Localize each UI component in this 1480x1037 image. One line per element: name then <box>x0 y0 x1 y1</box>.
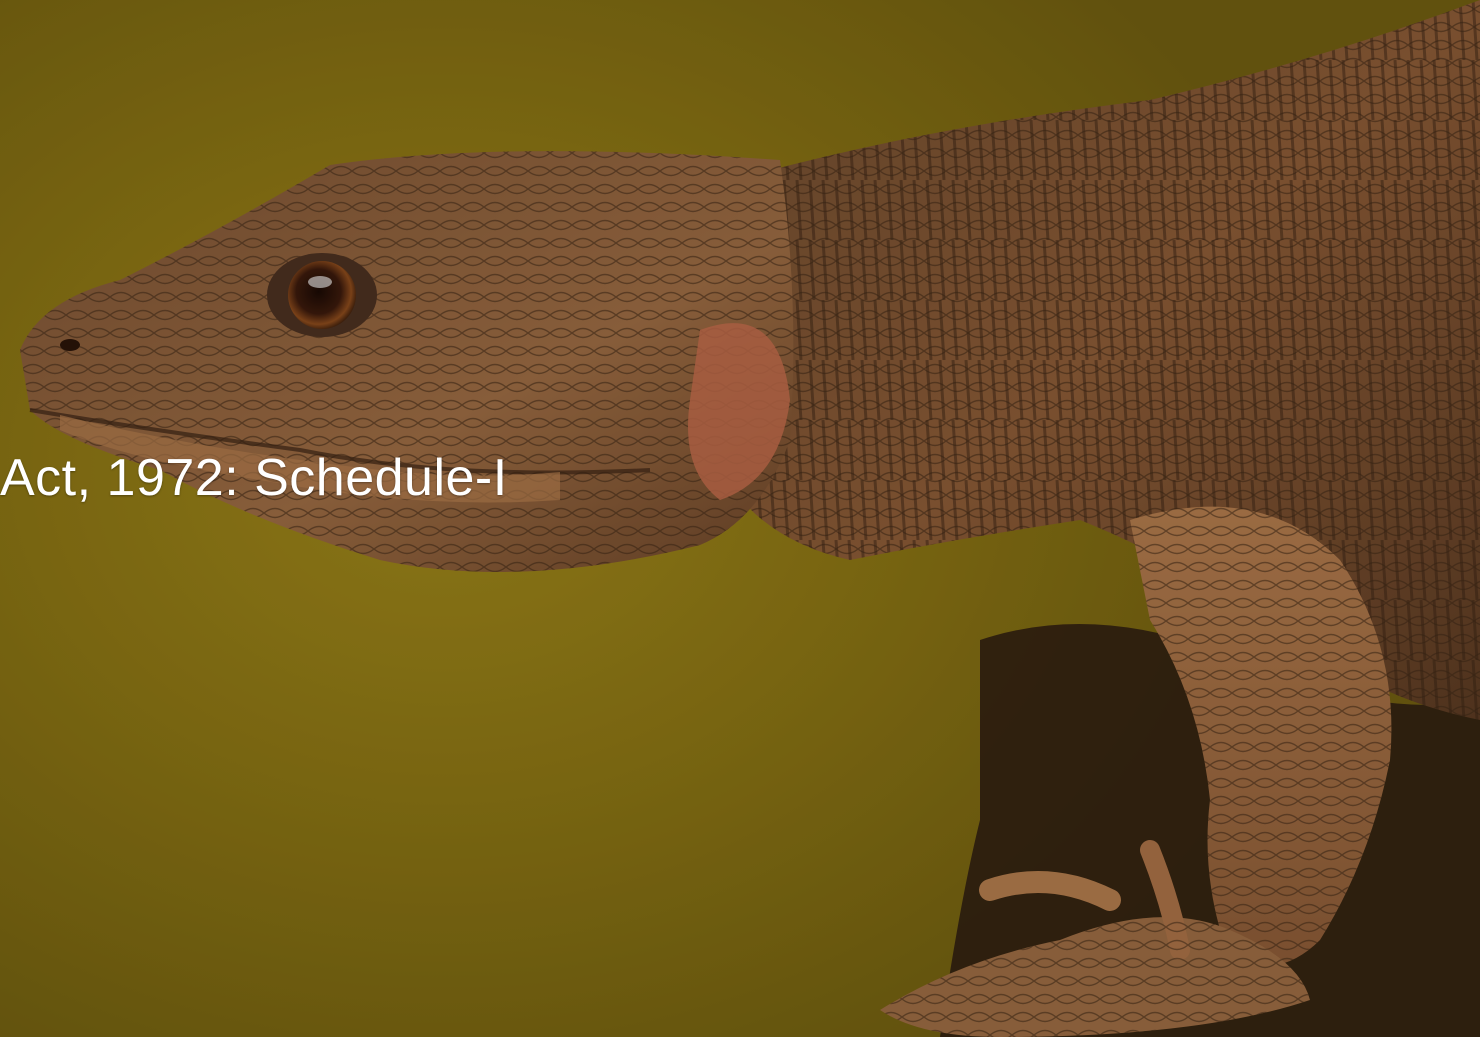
slide-caption: Act, 1972: Schedule-I <box>0 449 508 507</box>
lizard-photo <box>0 0 1480 1037</box>
slide: Act, 1972: Schedule-I <box>0 0 1480 1037</box>
